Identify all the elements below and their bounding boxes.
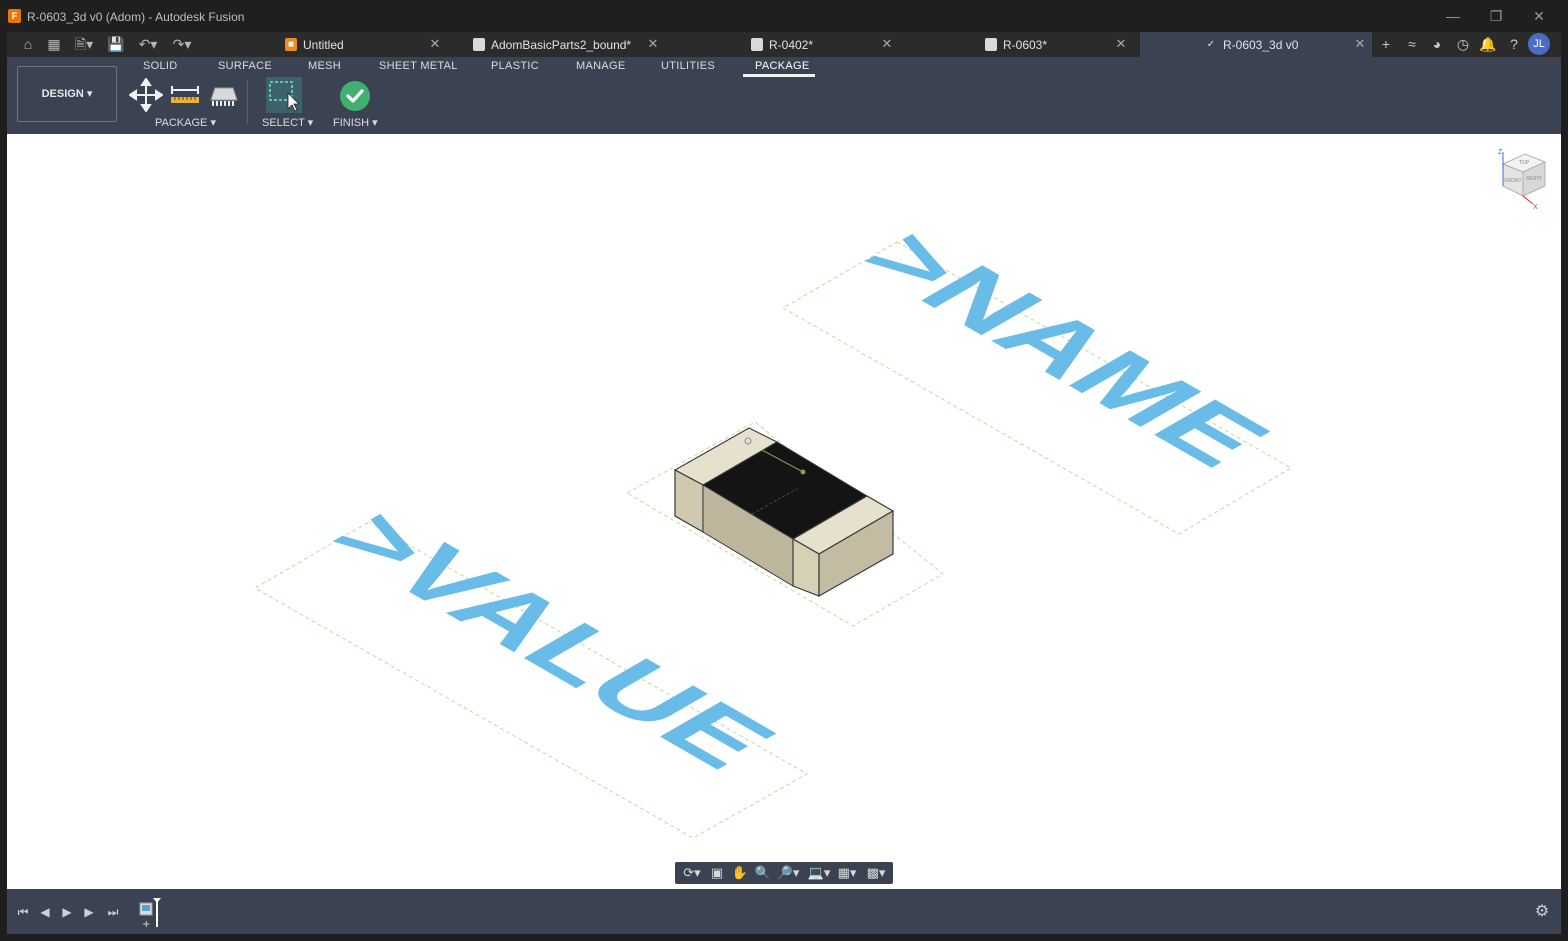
workspace-label: DESIGN xyxy=(41,88,84,100)
close-tab-icon[interactable]: ✕ xyxy=(1113,36,1129,52)
tab-label: R-0603_3d v0 xyxy=(1223,38,1299,52)
document-icon xyxy=(751,38,763,51)
finish-group-label[interactable]: FINISH ▾ xyxy=(333,116,378,129)
toolbar-divider xyxy=(247,80,248,124)
tab-plastic[interactable]: PLASTIC xyxy=(491,60,539,72)
document-icon xyxy=(473,38,485,51)
close-window-icon[interactable]: ✕ xyxy=(1524,6,1554,26)
chevron-down-icon: ▾ xyxy=(372,117,378,129)
document-tab-bar: ⌂ ▦ 🗎▾ 💾 ↶▾ ↷▾ ■ Untitled ✕ AdomBasicPar… xyxy=(7,32,1561,57)
3d-viewport[interactable]: >NAME >VALUE TOP FRONT RIGHT Z X ⟳▾ ▣ ✋ … xyxy=(7,134,1561,889)
orbit-icon[interactable]: ⟳▾ xyxy=(679,864,705,882)
chevron-down-icon: ▾ xyxy=(86,88,93,100)
finish-check-icon[interactable] xyxy=(339,80,371,112)
resistor-3d-model[interactable] xyxy=(673,427,895,598)
select-label: SELECT xyxy=(262,117,305,129)
window-bottom-border xyxy=(0,934,1568,941)
tab-r-0603-3d[interactable]: ✓ R-0603_3d v0 ✕ xyxy=(1140,32,1372,57)
chevron-down-icon: ▾ xyxy=(307,117,314,129)
check-icon: ✓ xyxy=(1206,39,1216,50)
apps-grid-icon[interactable]: ▦ xyxy=(44,35,64,53)
measure-icon[interactable] xyxy=(168,78,202,112)
ribbon-toolbar: DESIGN ▾ SOLID SURFACE MESH SHEET METAL … xyxy=(7,57,1561,134)
display-settings-icon[interactable]: 💻▾ xyxy=(805,864,833,882)
tab-utilities[interactable]: UTILITIES xyxy=(661,60,715,72)
user-avatar[interactable]: JL xyxy=(1528,33,1550,55)
navigation-bar: ⟳▾ ▣ ✋ 🔍 🔎▾ 💻▾ ▦▾ ▩▾ xyxy=(675,862,893,884)
file-menu-icon[interactable]: 🗎▾ xyxy=(70,35,98,53)
zoom-icon[interactable]: 🔍 xyxy=(753,864,773,882)
axis-x-label: X xyxy=(1533,204,1538,210)
minimize-icon[interactable]: — xyxy=(1438,6,1468,26)
select-window-icon[interactable] xyxy=(266,77,302,113)
restore-icon[interactable]: ❐ xyxy=(1481,6,1511,26)
tab-solid[interactable]: SOLID xyxy=(143,60,178,72)
fusion-app-icon: F xyxy=(8,9,21,23)
tab-label: R-0402* xyxy=(769,38,814,52)
tab-adombasicparts2[interactable]: AdomBasicParts2_bound* ✕ xyxy=(473,32,707,57)
tab-mesh[interactable]: MESH xyxy=(308,60,341,72)
tab-surface[interactable]: SURFACE xyxy=(218,60,272,72)
step-forward-icon[interactable]: ▶ xyxy=(80,903,98,921)
fit-icon[interactable]: 🔎▾ xyxy=(776,864,800,882)
package-group-label[interactable]: PACKAGE ▾ xyxy=(155,116,216,129)
timeline-bar: ⏮ ◀ ▶ ▶ ⏭ + ⚙ xyxy=(7,889,1561,934)
job-status-icon[interactable]: ◷ xyxy=(1453,34,1473,54)
tab-label: Untitled xyxy=(303,38,344,52)
viewcube[interactable]: TOP FRONT RIGHT Z X xyxy=(1489,146,1553,210)
svg-text:+: + xyxy=(142,919,150,929)
tab-label: AdomBasicParts2_bound* xyxy=(491,38,632,52)
close-tab-icon[interactable]: ✕ xyxy=(1352,36,1368,52)
workspace-switcher-button[interactable]: DESIGN ▾ xyxy=(17,66,117,122)
play-icon[interactable]: ▶ xyxy=(58,903,76,921)
online-status-icon[interactable]: ◕ xyxy=(1427,34,1447,54)
window-title: R-0603_3d v0 (Adom) - Autodesk Fusion xyxy=(27,10,245,24)
save-icon[interactable]: 💾 xyxy=(106,35,126,53)
package-label: PACKAGE xyxy=(155,117,208,129)
viewcube-right-label: RIGHT xyxy=(1526,176,1542,182)
finish-label: FINISH xyxy=(333,117,370,129)
tab-r-0402[interactable]: R-0402* ✕ xyxy=(751,32,985,57)
title-bar: F R-0603_3d v0 (Adom) - Autodesk Fusion … xyxy=(0,0,1568,32)
select-group-label[interactable]: SELECT ▾ xyxy=(262,116,313,129)
viewcube-front-label: FRONT xyxy=(1504,178,1521,184)
redo-icon[interactable]: ↷▾ xyxy=(168,35,196,53)
document-icon xyxy=(985,38,997,51)
go-to-start-icon[interactable]: ⏮ xyxy=(14,903,32,921)
active-tab-indicator xyxy=(743,74,815,77)
scene-svg: >NAME >VALUE xyxy=(253,216,1295,839)
viewports-icon[interactable]: ▩▾ xyxy=(863,864,889,882)
tab-manage[interactable]: MANAGE xyxy=(576,60,625,72)
go-to-end-icon[interactable]: ⏭ xyxy=(104,903,122,921)
grid-icon[interactable]: ▦▾ xyxy=(835,864,859,882)
tab-sheet-metal[interactable]: SHEET METAL xyxy=(379,60,458,72)
close-tab-icon[interactable]: ✕ xyxy=(879,36,895,52)
new-tab-icon[interactable]: + xyxy=(1376,34,1396,54)
move-icon[interactable] xyxy=(129,78,163,112)
undo-icon[interactable]: ↶▾ xyxy=(134,35,162,53)
notifications-icon[interactable]: 🔔 xyxy=(1478,34,1498,54)
tab-label: R-0603* xyxy=(1003,38,1048,52)
name-text[interactable]: >NAME xyxy=(836,216,1295,481)
viewcube-top-label: TOP xyxy=(1519,160,1530,166)
package-chip-icon[interactable] xyxy=(207,78,241,112)
timeline-feature-icon[interactable]: + xyxy=(138,897,166,929)
look-at-icon[interactable]: ▣ xyxy=(707,864,727,882)
chevron-down-icon: ▾ xyxy=(210,117,216,129)
close-tab-icon[interactable]: ✕ xyxy=(645,36,661,52)
fusion-window: F R-0603_3d v0 (Adom) - Autodesk Fusion … xyxy=(0,0,1568,941)
tab-package[interactable]: PACKAGE xyxy=(755,60,809,72)
box-icon: ■ xyxy=(285,38,297,51)
help-icon[interactable]: ? xyxy=(1504,34,1524,54)
axis-z-label: Z xyxy=(1498,149,1503,156)
close-tab-icon[interactable]: ✕ xyxy=(427,36,443,52)
extensions-icon[interactable]: ≈ xyxy=(1402,34,1422,54)
home-icon[interactable]: ⌂ xyxy=(18,35,38,53)
timeline-settings-gear-icon[interactable]: ⚙ xyxy=(1533,903,1551,921)
step-back-icon[interactable]: ◀ xyxy=(36,903,54,921)
pan-icon[interactable]: ✋ xyxy=(730,864,750,882)
